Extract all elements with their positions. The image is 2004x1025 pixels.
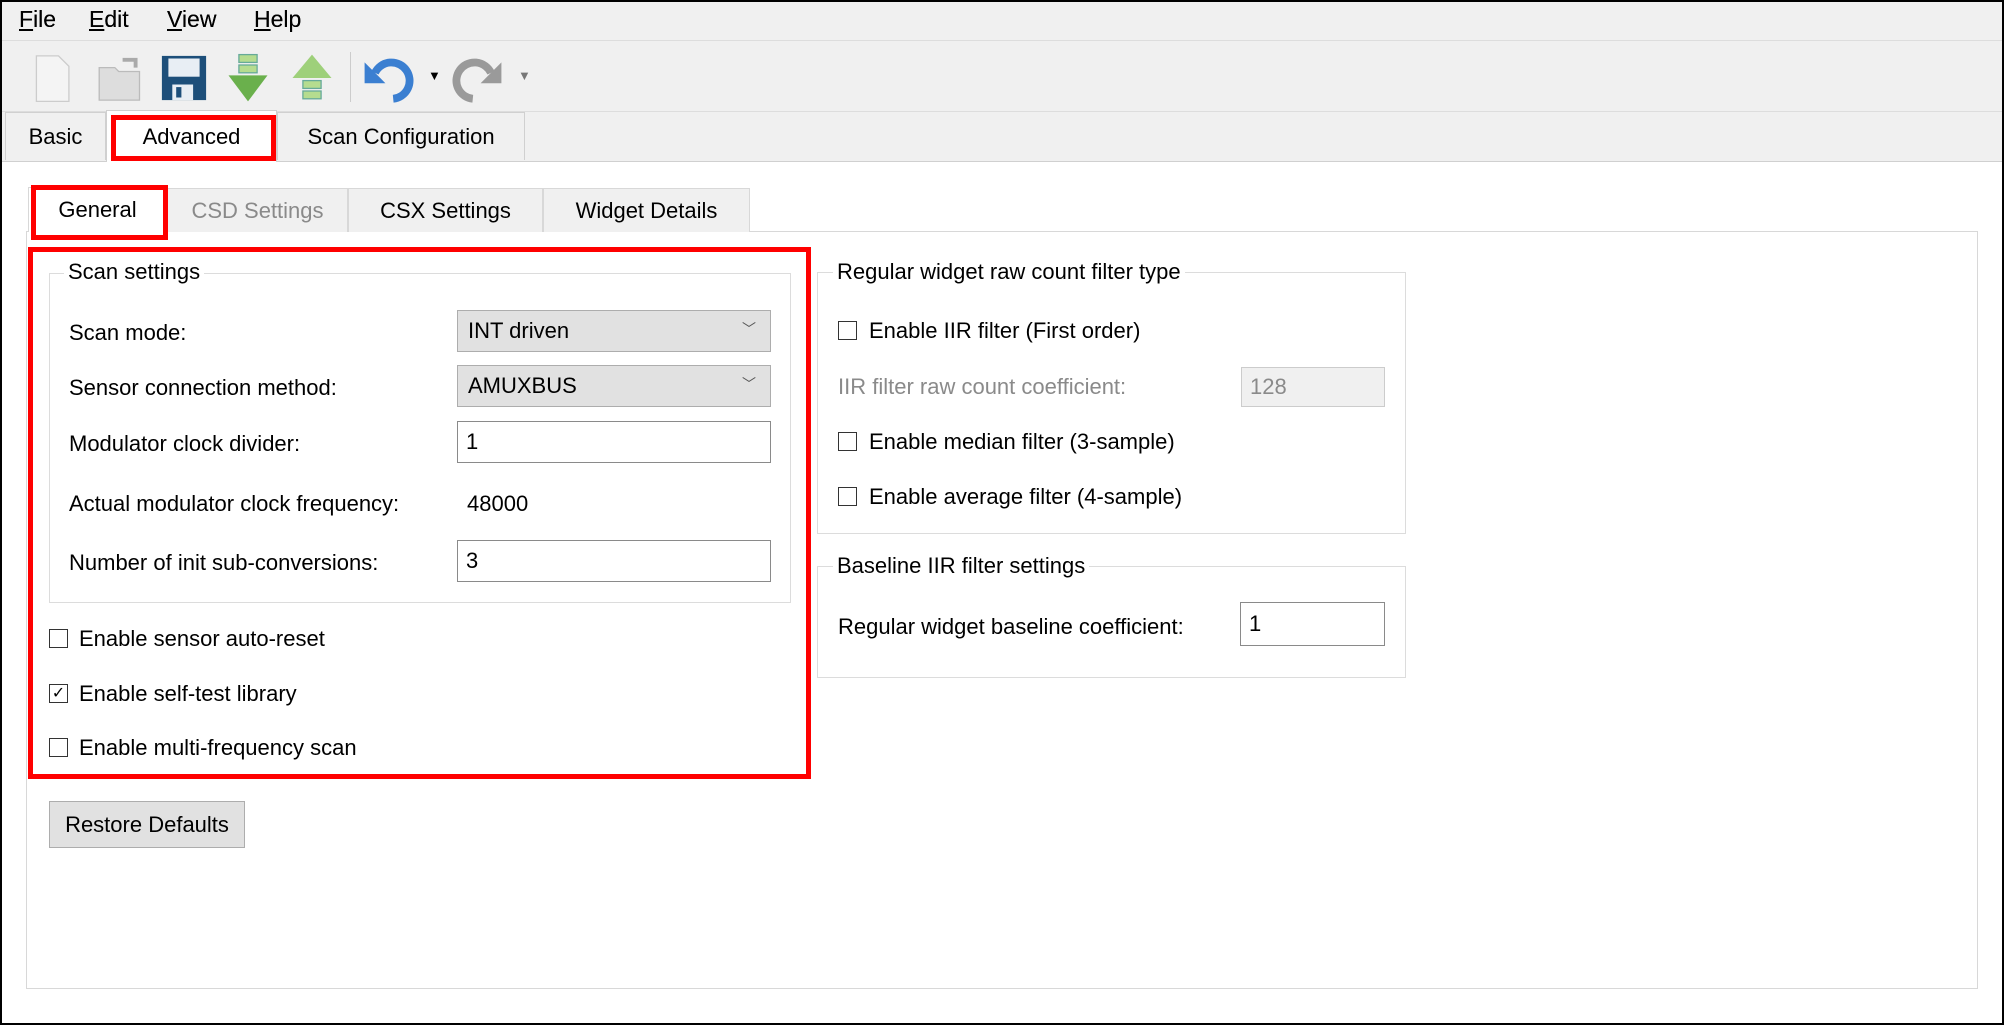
menu-mnemonic-overlay: Help [254, 6, 301, 33]
button-label: Restore Defaults [65, 811, 229, 837]
baseline-coefficient-input[interactable]: 1 [1240, 602, 1385, 646]
baseline-coefficient-label: Regular widget baseline coefficient: [838, 614, 1184, 639]
menu-mnemonic: E [89, 6, 105, 32]
input-value: 1 [1249, 611, 1262, 636]
group-title: Regular widget raw count filter type [833, 259, 1185, 285]
highlight-box [31, 185, 168, 240]
checkbox-label: Enable median filter (3-sample) [869, 429, 1175, 454]
tab-label: Basic [28, 123, 83, 149]
menu-mnemonic-overlay: File [19, 6, 56, 33]
toolbar-separator [350, 52, 351, 102]
subtab-widget-details[interactable]: Widget Details [543, 188, 750, 232]
subtab-csd-settings: CSD Settings [167, 188, 348, 232]
restore-defaults-button[interactable]: Restore Defaults [49, 801, 245, 848]
tab-label: Widget Details [575, 197, 718, 223]
menu-mnemonic-overlay: View [167, 6, 216, 33]
checkbox-label: Enable average filter (4-sample) [869, 484, 1183, 509]
iir-coefficient-input: 128 [1241, 367, 1385, 407]
iir-filter-checkbox[interactable] [838, 321, 857, 340]
tab-label: Scan Configuration [307, 123, 495, 149]
highlight-box [28, 247, 811, 779]
import-down-arrow-icon[interactable] [222, 52, 274, 104]
menu-file[interactable]: File File [19, 6, 56, 33]
menu-mnemonic: H [254, 6, 271, 32]
tab-scan-configuration[interactable]: Scan Configuration [277, 112, 525, 160]
menu-mnemonic-overlay: Edit [89, 6, 129, 33]
menu-label-rest: dit [104, 6, 129, 32]
menu-help[interactable]: Help Help [254, 6, 301, 33]
new-document-icon[interactable] [26, 52, 78, 104]
highlight-box [111, 115, 276, 161]
menu-edit[interactable]: Edit Edit [89, 6, 129, 33]
save-icon[interactable] [158, 52, 210, 104]
subtab-csx-settings[interactable]: CSX Settings [348, 188, 543, 232]
average-filter-checkbox[interactable] [838, 487, 857, 506]
tab-basic[interactable]: Basic [5, 112, 106, 160]
open-folder-icon[interactable] [94, 52, 146, 104]
menu-label-rest: elp [270, 6, 302, 32]
input-value: 128 [1250, 374, 1287, 399]
iir-coefficient-label: IIR filter raw count coefficient: [838, 374, 1127, 399]
menu-view[interactable]: View View [167, 6, 216, 33]
menu-label-wrap: View View [167, 6, 216, 33]
group-title: Baseline IIR filter settings [833, 553, 1090, 579]
menu-label-wrap: Help Help [254, 6, 301, 33]
menu-label-wrap: File File [19, 6, 56, 33]
menu-label-rest: ile [33, 6, 57, 32]
menu-mnemonic: V [167, 6, 182, 32]
menu-mnemonic: F [19, 6, 34, 32]
undo-dropdown-icon[interactable]: ▼ [428, 68, 441, 83]
redo-icon[interactable] [452, 52, 504, 104]
menu-label-wrap: Edit Edit [89, 6, 129, 33]
redo-dropdown-icon[interactable]: ▼ [518, 68, 531, 83]
menu-label-rest: iew [181, 6, 217, 32]
tab-label: CSX Settings [380, 197, 511, 223]
checkbox-label: Enable IIR filter (First order) [869, 318, 1141, 343]
undo-icon[interactable] [362, 52, 414, 104]
median-filter-checkbox[interactable] [838, 432, 857, 451]
tab-label: CSD Settings [191, 197, 324, 223]
export-up-arrow-icon[interactable] [286, 52, 338, 104]
